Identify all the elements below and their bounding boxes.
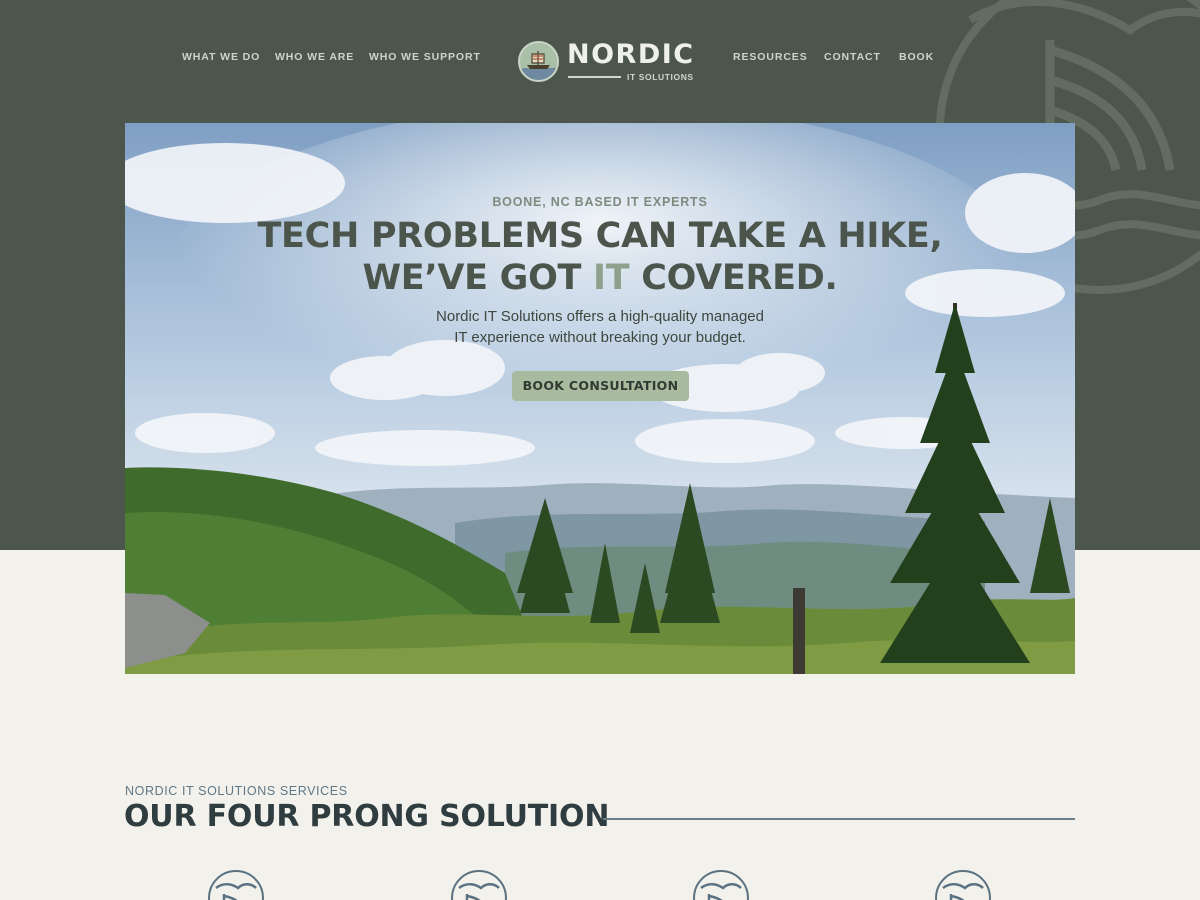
nav-contact[interactable]: CONTACT xyxy=(824,51,881,63)
viking-ship-icon[interactable] xyxy=(693,870,749,900)
viking-ship-icon[interactable] xyxy=(208,870,264,900)
hero-section: BOONE, NC BASED IT EXPERTS TECH PROBLEMS… xyxy=(125,123,1075,674)
viking-ship-logo-icon xyxy=(518,41,559,82)
nav-who-we-support[interactable]: WHO WE SUPPORT xyxy=(369,51,481,63)
hero-desc-line1: Nordic IT Solutions offers a high-qualit… xyxy=(436,308,764,325)
logo-wordmark: NORDIC xyxy=(567,39,695,70)
hero-title-accent: IT xyxy=(593,258,630,298)
nav-what-we-do[interactable]: WHAT WE DO xyxy=(182,51,260,63)
hero-desc-line2: IT experience without breaking your budg… xyxy=(454,329,746,346)
nav-who-we-are[interactable]: WHO WE ARE xyxy=(275,51,354,63)
hero-eyebrow: BOONE, NC BASED IT EXPERTS xyxy=(492,195,708,209)
book-consultation-button[interactable]: BOOK CONSULTATION xyxy=(512,371,689,401)
hero-description: Nordic IT Solutions offers a high-qualit… xyxy=(125,306,1075,348)
hero-title: TECH PROBLEMS CAN TAKE A HIKE, WE’VE GOT… xyxy=(125,215,1075,299)
logo-rule xyxy=(568,76,621,78)
hero-title-line2a: WE’VE GOT xyxy=(362,258,594,298)
viking-ship-icon[interactable] xyxy=(451,870,507,900)
nav-book[interactable]: BOOK xyxy=(899,51,934,63)
viking-ship-icon[interactable] xyxy=(935,870,991,900)
nordic-logo[interactable]: NORDIC IT SOLUTIONS xyxy=(518,40,693,86)
services-eyebrow: NORDIC IT SOLUTIONS SERVICES xyxy=(125,784,348,798)
logo-subtitle: IT SOLUTIONS xyxy=(627,72,694,82)
hero-title-line2b: COVERED. xyxy=(629,258,838,298)
nav-resources[interactable]: RESOURCES xyxy=(733,51,808,63)
main-nav: WHAT WE DO WHO WE ARE WHO WE SUPPORT NOR… xyxy=(0,0,1200,120)
hero-title-line1: TECH PROBLEMS CAN TAKE A HIKE, xyxy=(257,216,943,256)
services-title: OUR FOUR PRONG SOLUTION xyxy=(124,799,610,834)
services-divider xyxy=(603,818,1075,820)
